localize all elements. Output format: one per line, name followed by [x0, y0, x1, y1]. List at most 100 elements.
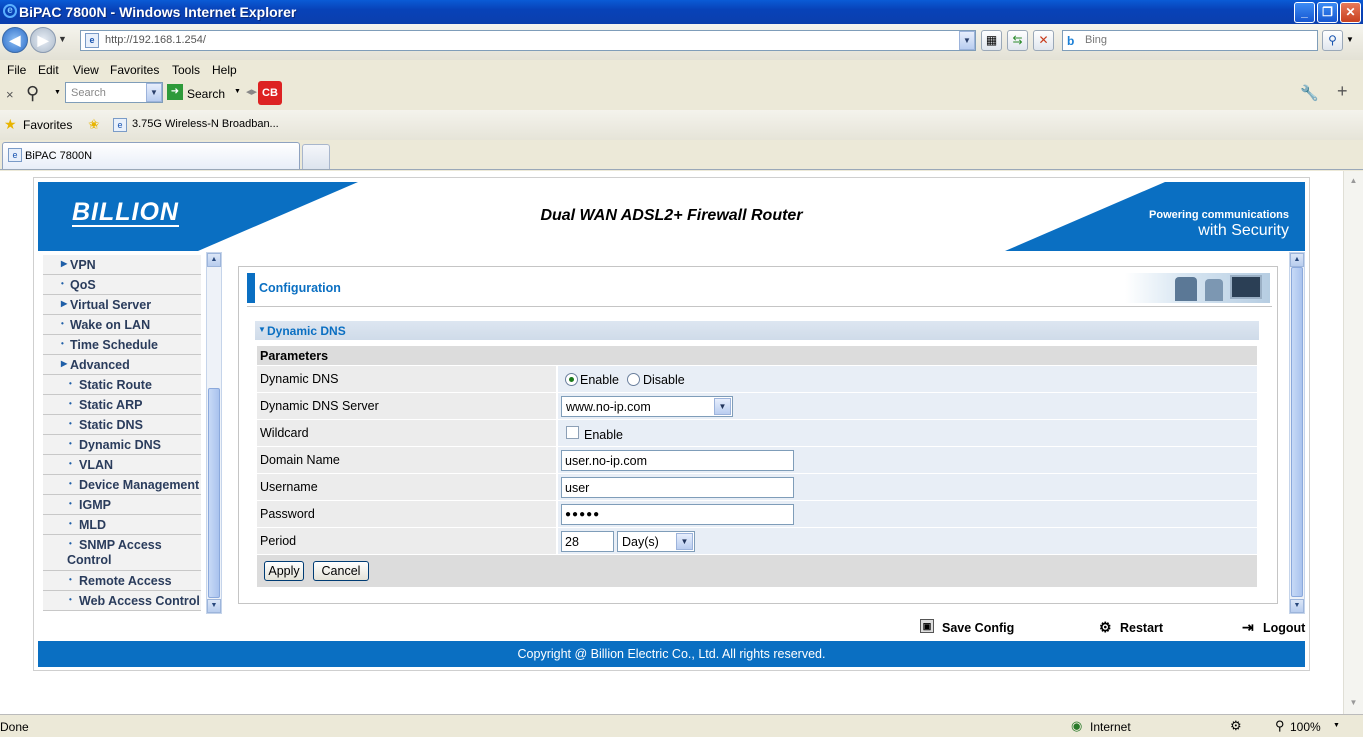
expand-arrow-icon: ▶: [61, 359, 68, 368]
toolbar-search-input[interactable]: Search ▼: [65, 82, 163, 103]
menu-edit[interactable]: Edit: [38, 63, 59, 77]
nav-scroll-down-icon[interactable]: ▼: [207, 599, 221, 613]
nav-item-wake-on-lan[interactable]: • Wake on LAN: [43, 315, 201, 335]
nav-item-remote-access[interactable]: • Remote Access: [43, 571, 201, 591]
address-dropdown-icon[interactable]: ▼: [959, 31, 975, 50]
search-button-dropdown-icon[interactable]: ▼: [234, 88, 241, 95]
nav-item-static-route[interactable]: • Static Route: [43, 375, 201, 395]
globe-icon: ◉: [1071, 718, 1083, 733]
forward-button[interactable]: ▶: [30, 27, 56, 53]
dynamic-dns-disable-radio[interactable]: [627, 373, 640, 386]
router-banner: BILLION Dual WAN ADSL2+ Firewall Router …: [38, 182, 1305, 251]
wildcard-checkbox[interactable]: [566, 426, 579, 439]
nav-item-vpn[interactable]: ▶ VPN: [43, 255, 201, 275]
stop-icon[interactable]: ✕: [1033, 30, 1054, 51]
toolbar-search-dropdown-icon[interactable]: ▼: [146, 83, 162, 102]
username-input[interactable]: user: [561, 477, 794, 498]
wrench-icon[interactable]: 🔧: [1300, 84, 1319, 102]
bullet-icon: •: [61, 319, 64, 328]
period-input[interactable]: 28: [561, 531, 614, 552]
protected-mode-icon[interactable]: ⚙: [1230, 718, 1242, 734]
domain-name-input[interactable]: user.no-ip.com: [561, 450, 794, 471]
menu-view[interactable]: View: [73, 63, 99, 77]
main-scroll-down-icon[interactable]: ▼: [1290, 599, 1304, 613]
period-unit-select[interactable]: Day(s) ▼: [617, 531, 695, 552]
nav-item-virtual-server[interactable]: ▶ Virtual Server: [43, 295, 201, 315]
nav-item-mld[interactable]: • MLD: [43, 515, 201, 535]
nav-item-time-schedule[interactable]: • Time Schedule: [43, 335, 201, 355]
dynamic-dns-enable-radio[interactable]: [565, 373, 578, 386]
nav-scrollbar[interactable]: ▲ ▼: [206, 252, 222, 614]
minimize-button[interactable]: _: [1294, 2, 1315, 23]
magnifier-dropdown-icon[interactable]: ▼: [54, 89, 61, 96]
tab-bipac[interactable]: e BiPAC 7800N: [2, 142, 300, 169]
bullet-icon: •: [69, 459, 72, 468]
magnifier-icon[interactable]: ⚲: [26, 83, 39, 104]
chair-illustration: [1175, 277, 1197, 301]
nav-item-advanced[interactable]: ▶ Advanced: [43, 355, 201, 375]
favorites-button[interactable]: Favorites: [23, 118, 72, 132]
restart-label: Restart: [1120, 621, 1164, 635]
page-scrollbar[interactable]: ▲ ▼: [1343, 171, 1363, 714]
chevron-down-icon: ▼: [676, 533, 693, 550]
nav-item-static-arp[interactable]: • Static ARP: [43, 395, 201, 415]
cancel-button[interactable]: Cancel: [313, 561, 369, 581]
nav-item-static-dns[interactable]: • Static DNS: [43, 415, 201, 435]
toolbar-search-button[interactable]: Search: [187, 87, 225, 101]
zoom-dropdown-icon[interactable]: ▼: [1333, 722, 1340, 729]
nav-item-dynamic-dns[interactable]: • Dynamic DNS: [43, 435, 201, 455]
main-scroll-thumb[interactable]: [1291, 267, 1303, 597]
search-go-icon[interactable]: ⚲: [1322, 30, 1343, 51]
dns-server-selected: www.no-ip.com: [566, 400, 651, 414]
recent-pages-dropdown-icon[interactable]: ▼: [58, 34, 67, 44]
bullet-icon: •: [69, 439, 72, 448]
configuration-title: Configuration: [259, 281, 341, 295]
chevron-down-icon: ▼: [714, 398, 731, 415]
new-tab-button[interactable]: [302, 144, 330, 169]
zoom-level[interactable]: 100%: [1290, 720, 1321, 734]
nav-item-web-access-control[interactable]: • Web Access Control: [43, 591, 201, 611]
maximize-button[interactable]: ❐: [1317, 2, 1338, 23]
page-scroll-up-icon[interactable]: ▲: [1346, 173, 1361, 188]
dynamic-dns-section-header[interactable]: ▼ Dynamic DNS: [255, 321, 1259, 340]
menu-file[interactable]: File: [7, 63, 26, 77]
logout-door-icon: ⇥: [1242, 619, 1254, 635]
add-favorite-icon[interactable]: ✬: [88, 116, 100, 133]
nav-scroll-up-icon[interactable]: ▲: [207, 253, 221, 267]
nav-item-qos[interactable]: • QoS: [43, 275, 201, 295]
compatibility-view-icon[interactable]: ▦: [981, 30, 1002, 51]
nav-item-snmp-access-control[interactable]: • SNMP Access Control: [43, 535, 201, 571]
favorite-link-broadband[interactable]: 3.75G Wireless-N Broadban...: [132, 118, 279, 130]
nav-item-device-management[interactable]: • Device Management: [43, 475, 201, 495]
password-input[interactable]: ●●●●●: [561, 504, 794, 525]
page-scroll-down-icon[interactable]: ▼: [1346, 695, 1361, 710]
page-icon: e: [85, 33, 99, 48]
bullet-icon: •: [69, 575, 72, 584]
menu-tools[interactable]: Tools: [172, 63, 200, 77]
nav-item-vlan[interactable]: • VLAN: [43, 455, 201, 475]
cb-addon-icon[interactable]: CB: [258, 81, 282, 105]
zoom-icon[interactable]: ⚲: [1275, 718, 1285, 734]
close-button[interactable]: ✕: [1340, 2, 1361, 23]
apply-button[interactable]: Apply: [264, 561, 304, 581]
search-options-icon[interactable]: ▼: [1346, 35, 1354, 44]
back-button[interactable]: ◀: [2, 27, 28, 53]
disable-label: Disable: [643, 373, 685, 387]
bullet-icon: •: [69, 399, 72, 408]
menu-bar: File Edit View Favorites Tools Help: [0, 60, 1363, 80]
search-arrow-icon[interactable]: ➜: [167, 84, 183, 100]
refresh-icon[interactable]: ⇆: [1007, 30, 1028, 51]
dns-server-select[interactable]: www.no-ip.com ▼: [561, 396, 733, 417]
close-toolbar-icon[interactable]: ×: [6, 87, 14, 102]
menu-favorites[interactable]: Favorites: [110, 63, 159, 77]
menu-help[interactable]: Help: [212, 63, 237, 77]
nav-item-igmp[interactable]: • IGMP: [43, 495, 201, 515]
parameters-label: Parameters: [260, 349, 329, 363]
main-scroll-up-icon[interactable]: ▲: [1290, 253, 1304, 267]
address-field[interactable]: e http://192.168.1.254/ ▼: [80, 30, 976, 51]
wildcard-value: Enable: [558, 420, 1257, 446]
bing-search-input[interactable]: b Bing: [1062, 30, 1318, 51]
nav-scroll-thumb[interactable]: [208, 388, 220, 598]
add-toolbar-icon[interactable]: +: [1337, 81, 1348, 102]
main-scrollbar[interactable]: ▲ ▼: [1289, 252, 1305, 614]
